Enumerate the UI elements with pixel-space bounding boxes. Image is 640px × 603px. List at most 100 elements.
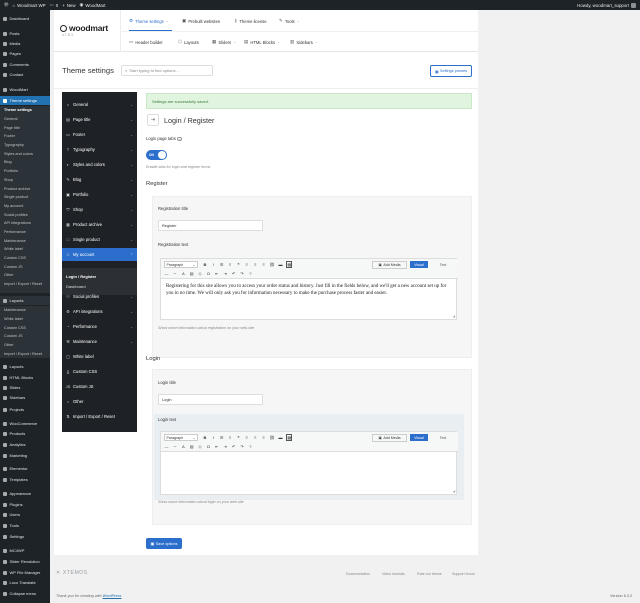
new-content-link[interactable]: + New <box>62 3 75 8</box>
toolbar-toggle-icon[interactable]: ▦ <box>286 434 293 441</box>
menu-item-posts[interactable]: Posts <box>0 29 50 38</box>
special-char-icon[interactable]: Ω <box>206 270 211 277</box>
top-nav-prebuilt-websites[interactable]: ▣ Prebuilt websites <box>182 16 220 26</box>
submenu-item-custom-js[interactable]: Custom JS <box>0 332 50 341</box>
settings-search-input[interactable]: ⌕ Start typing to find options... <box>121 65 213 76</box>
align-left-icon[interactable]: ≡ <box>244 261 249 268</box>
settings-nav-performance[interactable]: ◔ Performance ⌄ <box>62 320 137 333</box>
menu-item-plugins[interactable]: Plugins <box>0 500 50 509</box>
settings-nav-general[interactable]: ⌂ General ⌄ <box>62 98 137 111</box>
align-center-icon[interactable]: ≡ <box>253 434 258 441</box>
italic-icon[interactable]: I <box>211 261 216 268</box>
horizontal-line-icon[interactable]: ─ <box>172 443 177 450</box>
settings-nav-styles-and-colors[interactable]: ◐ Styles and colors ⌄ <box>62 158 137 171</box>
resize-handle-icon[interactable]: ◢ <box>453 489 455 493</box>
footer-link-video-tutorials[interactable]: Video tutorials <box>382 572 405 576</box>
clear-format-icon[interactable]: ◇ <box>198 443 203 450</box>
special-char-icon[interactable]: Ω <box>206 443 211 450</box>
clear-format-icon[interactable]: ◇ <box>198 270 203 277</box>
submenu-item-blog[interactable]: Blog <box>0 158 50 167</box>
footer-link-rate-theme[interactable]: Rate our theme <box>417 572 442 576</box>
text-color-icon[interactable]: A <box>181 443 186 450</box>
sub-nav-header-builder[interactable]: ▭ Header builder <box>129 37 163 47</box>
align-right-icon[interactable]: ≡ <box>261 434 266 441</box>
menu-item-dashboard[interactable]: Dashboard <box>0 14 50 23</box>
help-icon[interactable]: ? <box>248 443 253 450</box>
blockquote-icon[interactable]: ❝ <box>236 434 241 441</box>
menu-item-projects[interactable]: Projects <box>0 405 50 414</box>
format-select[interactable]: Paragraph ⌄ <box>164 261 198 268</box>
settings-nav-product-archive[interactable]: ▦ Product archive ⌄ <box>62 218 137 231</box>
menu-item-settings[interactable]: Settings <box>0 532 50 541</box>
bulleted-list-icon[interactable]: ☰ <box>219 434 224 441</box>
submenu-item-white-label[interactable]: White label <box>0 315 50 324</box>
sub-nav-html-blocks[interactable]: ▤ HTML Blocks ⌄ <box>244 37 280 47</box>
horizontal-line-icon[interactable]: ─ <box>172 270 177 277</box>
align-right-icon[interactable]: ≡ <box>261 261 266 268</box>
submenu-item-custom-css[interactable]: Custom CSS <box>0 254 50 263</box>
login-title-input[interactable]: Login <box>158 394 263 405</box>
bold-icon[interactable]: B <box>202 261 207 268</box>
menu-item-contact[interactable]: Contact <box>0 70 50 79</box>
menu-item-templates[interactable]: Templates <box>0 475 50 484</box>
settings-nav-blog[interactable]: ✎ Blog ⌄ <box>62 173 137 186</box>
paste-text-icon[interactable]: ▤ <box>189 270 194 277</box>
settings-nav-custom-css[interactable]: {} Custom CSS <box>62 365 137 378</box>
submenu-item-social-profiles[interactable]: Social profiles <box>0 210 50 219</box>
submenu-item-typography[interactable]: Typography <box>0 141 50 150</box>
italic-icon[interactable]: I <box>211 434 216 441</box>
login-tabs-toggle[interactable]: ON <box>146 150 167 160</box>
paste-text-icon[interactable]: ▤ <box>189 443 194 450</box>
menu-item-mc4wp[interactable]: MC4WP <box>0 546 50 555</box>
submenu-item-shop[interactable]: Shop <box>0 176 50 185</box>
submenu-item-api-integrations[interactable]: API integrations <box>0 219 50 228</box>
menu-item-slides[interactable]: Slides <box>0 383 50 392</box>
menu-item-elementor[interactable]: Elementor <box>0 464 50 473</box>
submenu-item-my-account[interactable]: My account <box>0 202 50 211</box>
menu-item-analytics[interactable]: Analytics <box>0 440 50 449</box>
add-media-button[interactable]: ▣ Add Media <box>372 260 407 269</box>
settings-nav-maintenance[interactable]: ⚒ Maintenance ⌄ <box>62 335 137 348</box>
settings-nav-import-export-reset[interactable]: ⇅ Import / Export / Reset <box>62 410 137 423</box>
submenu-item-import-export-reset[interactable]: Import / Export / Reset <box>0 349 50 358</box>
menu-item-layouts-flyout[interactable]: Layouts <box>0 296 50 305</box>
sub-nav-sliders[interactable]: ▦ Sliders ⌄ <box>212 37 236 47</box>
visual-tab[interactable]: Visual <box>410 261 428 268</box>
numbered-list-icon[interactable]: ≡ <box>228 261 233 268</box>
submenu-item-import-export-reset[interactable]: Import / Export / Reset <box>0 280 50 289</box>
menu-item-marketing[interactable]: Marketing <box>0 451 50 460</box>
submenu-item-performance[interactable]: Performance <box>0 228 50 237</box>
numbered-list-icon[interactable]: ≡ <box>228 434 233 441</box>
settings-nav-white-label[interactable]: ▢ White label <box>62 350 137 363</box>
menu-item-sidebars[interactable]: Sidebars <box>0 393 50 402</box>
menu-item-wp-file-manager[interactable]: WP File Manager <box>0 568 50 577</box>
undo-icon[interactable]: ↶ <box>231 270 236 277</box>
submenu-item-portfolio[interactable]: Portfolio <box>0 167 50 176</box>
more-tag-icon[interactable]: ▬ <box>278 434 283 441</box>
redo-icon[interactable]: ↷ <box>240 270 245 277</box>
submenu-item-maintenance[interactable]: Maintenance <box>0 306 50 315</box>
registration-text-content[interactable]: Registering for this site allows you to … <box>161 283 458 319</box>
settings-nav-other[interactable]: ○ Other <box>62 395 137 408</box>
submenu-item-footer[interactable]: Footer <box>0 132 50 141</box>
outdent-icon[interactable]: ⇤ <box>214 270 219 277</box>
link-icon[interactable]: ⛓ <box>270 261 275 268</box>
indent-icon[interactable]: ⇥ <box>223 270 228 277</box>
top-nav-theme-settings[interactable]: ⚙ Theme settings ⌄ <box>129 16 169 26</box>
wordpress-link[interactable]: WordPress <box>103 594 122 598</box>
footer-link-support-forum[interactable]: Support forum <box>452 572 475 576</box>
site-name-link[interactable]: ⌂ Woodmart WP <box>12 3 45 8</box>
submenu-item-custom-css[interactable]: Custom CSS <box>0 323 50 332</box>
format-select[interactable]: Paragraph ⌄ <box>164 434 198 441</box>
settings-nav-footer[interactable]: ▭ Footer ⌄ <box>62 128 137 141</box>
settings-presets-button[interactable]: ▣ Settings presets <box>430 65 472 77</box>
visual-tab[interactable]: Visual <box>410 434 428 441</box>
link-icon[interactable]: ⛓ <box>270 434 275 441</box>
menu-item-media[interactable]: Media <box>0 39 50 48</box>
text-tab[interactable]: Text <box>434 434 452 441</box>
settings-nav-api-integrations[interactable]: ⚙ API integrations ⌄ <box>62 305 137 318</box>
top-nav-theme-license[interactable]: ⚷ Theme license <box>234 16 267 26</box>
menu-item-theme-settings[interactable]: Theme settings <box>0 96 50 105</box>
toolbar-toggle-icon[interactable]: ▦ <box>286 261 293 268</box>
menu-item-comments[interactable]: Comments <box>0 60 50 69</box>
